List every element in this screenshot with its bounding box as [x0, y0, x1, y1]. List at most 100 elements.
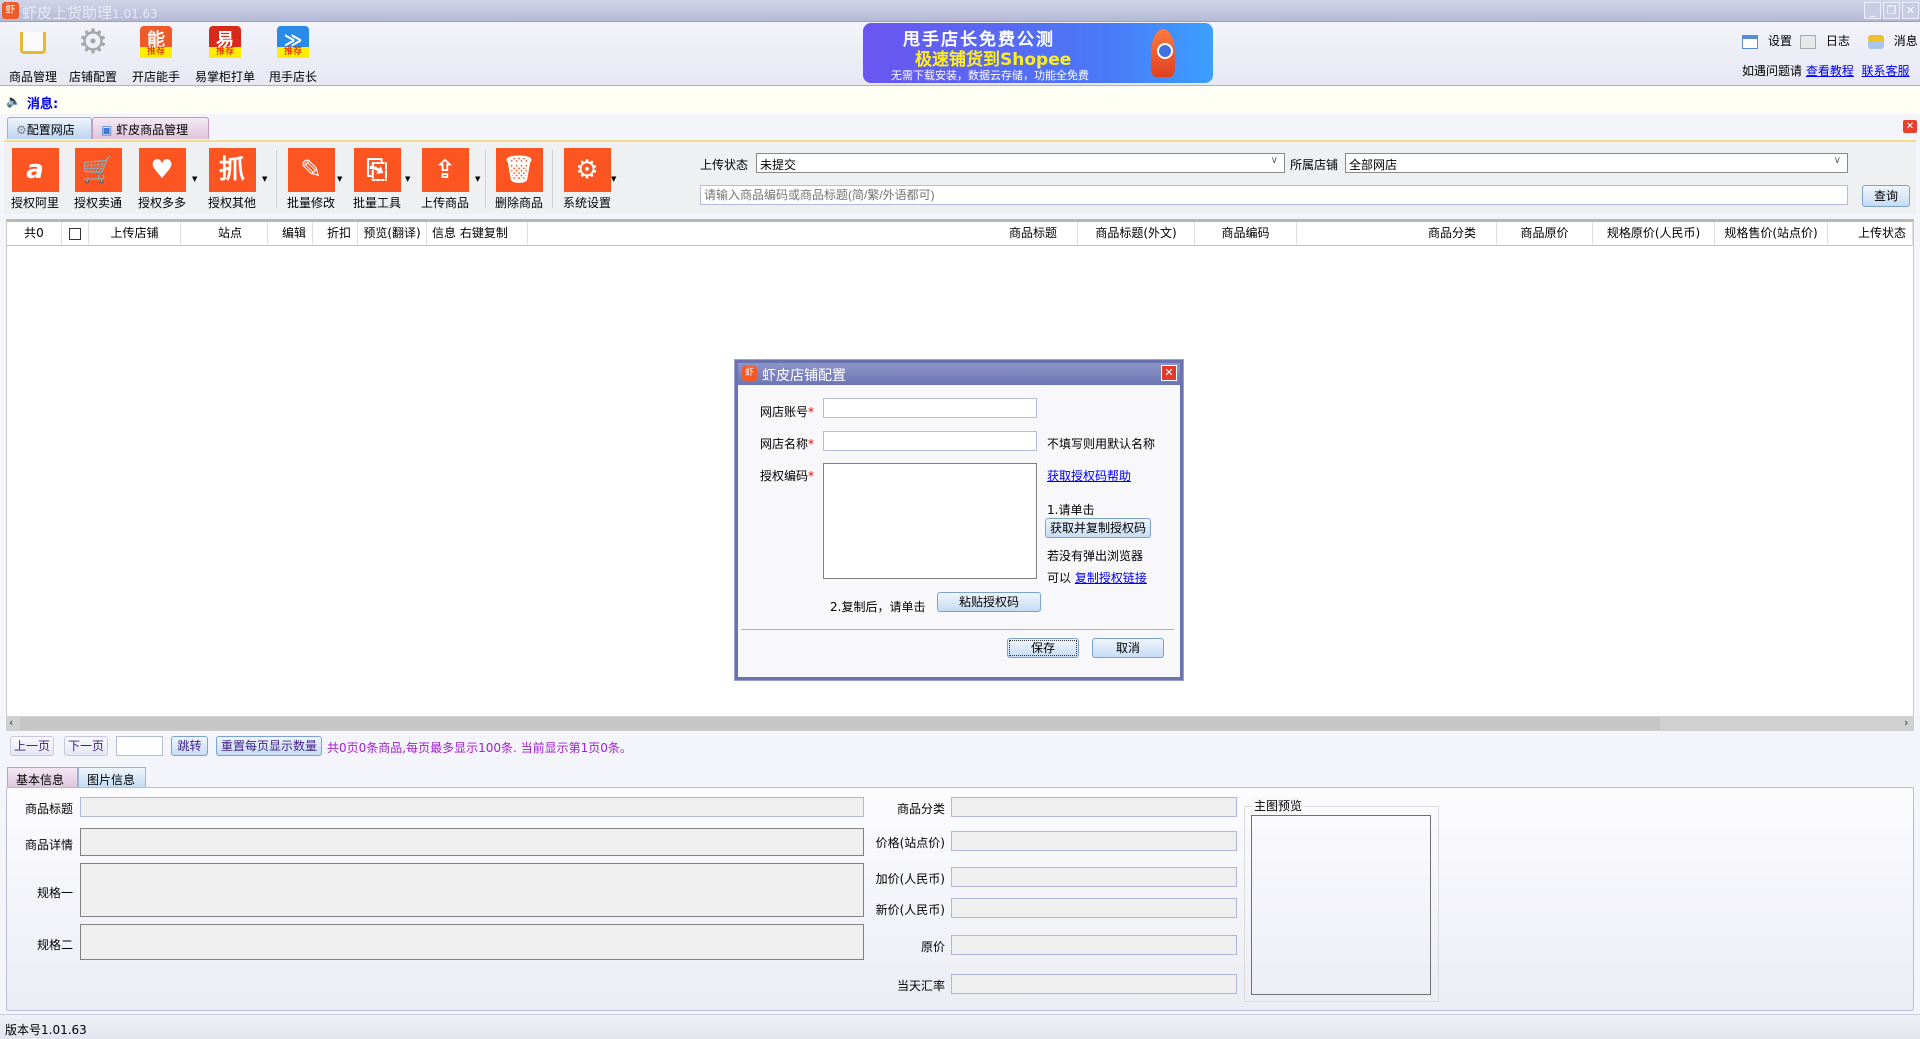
upload-status-select[interactable]: 未提交 ∨	[756, 153, 1285, 173]
get-copy-auth-code-button[interactable]: 获取并复制授权码	[1045, 518, 1151, 538]
monitor-icon: ▣	[101, 123, 113, 137]
column-header-edit[interactable]: 编辑	[268, 222, 313, 246]
column-header-info[interactable]: 信息 右键复制	[427, 222, 528, 246]
jump-button[interactable]: 跳转	[171, 736, 208, 756]
speaker-icon: 🔈	[6, 94, 21, 108]
batch-tools-button[interactable]: ⎘ 批量工具	[347, 148, 407, 211]
upload-status-label: 上传状态	[700, 158, 749, 172]
store-name-input[interactable]	[823, 431, 1037, 451]
auth-other-dropdown-icon[interactable]: ▼	[262, 175, 267, 183]
auth-code-textarea[interactable]	[823, 463, 1037, 579]
auth-pinduoduo-button[interactable]: ♥ 授权多多	[132, 148, 192, 211]
chevron-down-icon: ∨	[1833, 155, 1841, 166]
page-number-input[interactable]	[116, 736, 163, 756]
auth-other-button[interactable]: 抓授权其他	[202, 148, 262, 211]
toolbar-store-config[interactable]: ⚙ 店铺配置	[60, 25, 126, 85]
spec2-field[interactable]	[80, 924, 864, 960]
search-input[interactable]	[700, 185, 1848, 205]
store-name-label: 网店名称*	[760, 437, 815, 451]
system-settings-button[interactable]: ⚙ 系统设置	[557, 148, 617, 211]
category-field[interactable]	[951, 797, 1237, 817]
column-header-upload-store[interactable]: 上传店铺	[89, 222, 181, 246]
column-header-count: 共0	[7, 222, 62, 246]
title-field[interactable]	[80, 797, 864, 817]
original-price-field[interactable]	[951, 935, 1237, 955]
promo-banner[interactable]: 甩手店长免费公测 极速铺货到Shopee 无需下载安装，数据云存储，功能全免费	[863, 23, 1213, 83]
tab-image-info[interactable]: 图片信息	[78, 767, 146, 788]
status-bar: 版本号1.01.63	[0, 1014, 1920, 1039]
detail-field[interactable]	[80, 828, 864, 856]
copy-auth-link[interactable]: 复制授权链接	[1075, 571, 1147, 585]
toolbar-kaidian[interactable]: 能推荐 开店能手	[123, 26, 189, 85]
step1-text: 1.请单击	[1047, 503, 1095, 517]
column-header-preview[interactable]: 预览(翻译)	[358, 222, 427, 246]
app-version: 1.01.63	[112, 7, 158, 21]
column-header-discount[interactable]: 折扣	[313, 222, 358, 246]
tab-shopee-products[interactable]: ▣ 虾皮商品管理	[92, 117, 209, 139]
batch-tools-dropdown-icon[interactable]: ▼	[405, 175, 410, 183]
column-header-spec-price-rmb[interactable]: 规格原价(人民币)	[1593, 222, 1715, 246]
tutorial-link[interactable]: 查看教程	[1806, 64, 1854, 78]
exchange-rate-field[interactable]	[951, 974, 1237, 994]
store-select[interactable]: 全部网店 ∨	[1345, 153, 1848, 173]
upload-dropdown-icon[interactable]: ▼	[475, 175, 480, 183]
toolbar-product-management[interactable]: 商品管理	[0, 26, 66, 85]
query-button[interactable]: 查询	[1862, 185, 1910, 207]
reset-page-size-button[interactable]: 重置每页显示数量	[216, 736, 322, 756]
scrollbar-thumb[interactable]	[20, 717, 1660, 730]
cart-icon: 🛒	[74, 148, 122, 192]
column-header-select-all[interactable]	[62, 222, 89, 246]
cancel-button[interactable]: 取消	[1092, 638, 1164, 658]
minimize-button[interactable]: _	[1864, 2, 1881, 19]
batch-edit-dropdown-icon[interactable]: ▼	[337, 175, 342, 183]
app-title: 虾皮上货助理	[22, 4, 113, 22]
horizontal-scrollbar[interactable]: ‹ ›	[6, 716, 1914, 731]
scroll-right-icon[interactable]: ›	[1904, 716, 1908, 729]
delete-products-button[interactable]: 🗑 删除商品	[489, 148, 549, 211]
close-window-button[interactable]: ✕	[1902, 2, 1919, 19]
close-tab-button[interactable]: ✕	[1903, 120, 1917, 133]
markup-field[interactable]	[951, 867, 1237, 887]
column-header-title[interactable]: 商品标题	[528, 222, 1078, 246]
column-header-site[interactable]: 站点	[181, 222, 268, 246]
column-header-code[interactable]: 商品编码	[1195, 222, 1297, 246]
scroll-left-icon[interactable]: ‹	[9, 716, 13, 729]
message-envelope-icon	[1867, 34, 1884, 49]
settings-link[interactable]: 设置	[1768, 34, 1792, 48]
select-all-checkbox[interactable]	[69, 227, 81, 240]
log-link[interactable]: 日志	[1826, 34, 1850, 48]
system-settings-dropdown-icon[interactable]: ▼	[611, 175, 616, 183]
upload-products-button[interactable]: ⇪ 上传商品	[415, 148, 475, 211]
yi-icon: 易推荐	[209, 26, 241, 58]
auth-code-label: 授权编码*	[760, 469, 815, 483]
batch-edit-button[interactable]: ✎ 批量修改	[281, 148, 341, 211]
spec1-field[interactable]	[80, 863, 864, 917]
tab-config-store[interactable]: ⚙配置网店	[7, 117, 92, 139]
alibaba-icon: a	[11, 148, 59, 192]
support-link[interactable]: 联系客服	[1862, 64, 1910, 78]
column-header-price[interactable]: 商品原价	[1497, 222, 1593, 246]
next-page-button[interactable]: 下一页	[64, 736, 108, 756]
column-header-category[interactable]: 商品分类	[1297, 222, 1497, 246]
account-input[interactable]	[823, 398, 1037, 418]
paste-auth-code-button[interactable]: 粘贴授权码	[937, 592, 1041, 612]
auth-aliexpress-button[interactable]: 🛒 授权卖通	[68, 148, 128, 211]
column-header-title-foreign[interactable]: 商品标题(外文)	[1078, 222, 1195, 246]
prev-page-button[interactable]: 上一页	[10, 736, 54, 756]
tab-basic-info[interactable]: 基本信息	[7, 767, 78, 788]
recommend-badge: 推荐	[140, 47, 172, 58]
new-price-field[interactable]	[951, 898, 1237, 918]
auth-pinduoduo-dropdown-icon[interactable]: ▼	[192, 175, 197, 183]
toolbar-shuaishou[interactable]: ≫ 推荐 甩手店长	[260, 26, 326, 85]
auth-alibaba-button[interactable]: a 授权阿里	[5, 148, 65, 211]
toolbar-yizhanggui[interactable]: 易推荐 易掌柜打单	[192, 26, 258, 85]
messages-link[interactable]: 消息	[1894, 34, 1918, 48]
dialog-close-button[interactable]: ✕	[1161, 365, 1177, 381]
price-site-field[interactable]	[951, 831, 1237, 851]
auth-code-help-link[interactable]: 获取授权码帮助	[1047, 467, 1131, 484]
column-header-spec-price-site[interactable]: 规格售价(站点价)	[1715, 222, 1828, 246]
dialog-title-bar[interactable]: 虾 虾皮店铺配置 ✕	[738, 363, 1180, 385]
column-header-upload-status[interactable]: 上传状态	[1828, 222, 1913, 246]
save-button[interactable]: 保存	[1007, 638, 1079, 658]
restore-button[interactable]: ❐	[1883, 2, 1900, 19]
